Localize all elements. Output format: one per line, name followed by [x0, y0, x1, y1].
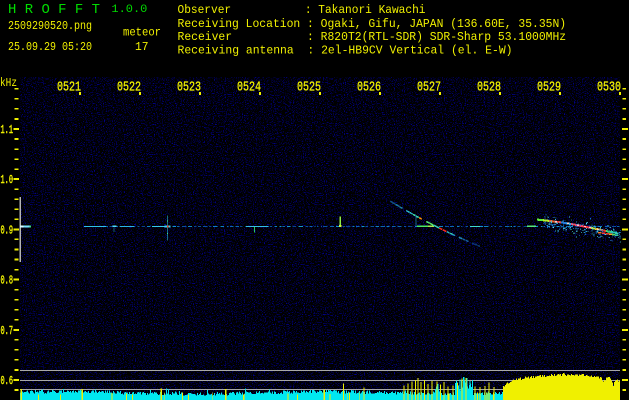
svg-text:H R O F F T: H R O F F T	[8, 2, 100, 18]
svg-text:2509290520.png: 2509290520.png	[8, 19, 92, 33]
svg-text:1.0: 1.0	[1, 173, 14, 187]
svg-text:0526: 0526	[357, 80, 381, 95]
svg-text:0.8: 0.8	[1, 274, 14, 288]
svg-text:0525: 0525	[297, 80, 321, 95]
svg-text:1.0.0: 1.0.0	[111, 4, 147, 16]
svg-text:kHz: kHz	[0, 76, 17, 90]
svg-text:meteor: meteor	[123, 26, 161, 40]
svg-text:Receiving Location : Ogaki, Gi: Receiving Location : Ogaki, Gifu, JAPAN …	[178, 17, 567, 31]
svg-text:0524: 0524	[237, 80, 261, 95]
svg-text:0.7: 0.7	[1, 324, 14, 338]
svg-text:0530: 0530	[597, 80, 621, 95]
svg-text:0528: 0528	[477, 80, 501, 95]
svg-text:Observer : Takanori: Observer : Takanori Kawachi	[178, 3, 426, 17]
svg-text:0521: 0521	[57, 80, 81, 95]
svg-text:Receiving antenna : 2el-HB9CV: Receiving antenna : 2el-HB9CV Vertical (…	[178, 44, 513, 58]
svg-text:0522: 0522	[117, 80, 141, 95]
svg-text:0.9: 0.9	[1, 223, 14, 237]
svg-text:17: 17	[135, 40, 149, 54]
svg-text:25.09.29 05:20: 25.09.29 05:20	[8, 40, 92, 54]
svg-text:0529: 0529	[537, 80, 561, 95]
svg-text:0523: 0523	[177, 80, 201, 95]
svg-text:1.1: 1.1	[1, 123, 14, 137]
svg-text:Receiver : R820T2(RT: Receiver : R820T2(RTL-SDR) SDR-Sharp 53.…	[178, 30, 567, 44]
svg-text:0527: 0527	[417, 80, 441, 95]
svg-text:0.6: 0.6	[1, 374, 14, 388]
